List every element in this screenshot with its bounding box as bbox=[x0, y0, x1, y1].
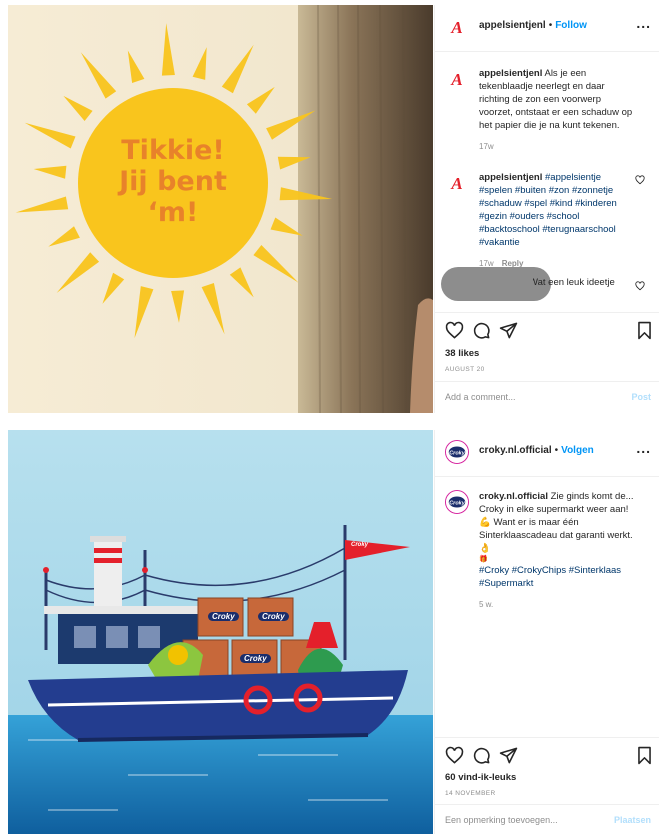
avatar[interactable]: Croky bbox=[445, 440, 469, 464]
sun-text-line-1: Tikkie! bbox=[121, 135, 225, 166]
post-sidebar: A appelsientjenl • Follow ... A appelsient… bbox=[434, 5, 659, 413]
svg-text:A: A bbox=[450, 174, 462, 193]
bookmark-icon[interactable] bbox=[636, 321, 653, 345]
caption-username[interactable]: croky.nl.official bbox=[479, 491, 548, 502]
share-send-icon[interactable] bbox=[499, 746, 518, 770]
more-options-icon[interactable]: ... bbox=[636, 15, 651, 31]
avatar[interactable]: A bbox=[445, 67, 469, 91]
sun-text-line-3: ‘m! bbox=[147, 197, 199, 228]
follow-button[interactable]: Volgen bbox=[561, 445, 594, 456]
svg-text:A: A bbox=[450, 18, 462, 37]
add-comment-input[interactable]: Add a comment... bbox=[445, 392, 516, 402]
svg-text:A: A bbox=[450, 70, 462, 89]
post-date[interactable]: AUGUST 20 bbox=[445, 366, 485, 373]
post-comment-button[interactable]: Plaatsen bbox=[614, 815, 651, 825]
actions-bar: 38 likes AUGUST 20 bbox=[435, 312, 659, 381]
avatar[interactable]: A bbox=[445, 171, 469, 195]
post-sidebar: Croky croky.nl.official • Volgen ... Croky… bbox=[434, 430, 659, 834]
username-link[interactable]: croky.nl.official bbox=[479, 445, 552, 456]
comment-bubble-icon[interactable] bbox=[472, 321, 491, 345]
post-date[interactable]: 14 NOVEMBER bbox=[445, 790, 496, 797]
hashtags[interactable]: #appelsientje #spelen #buiten #zon #zonn… bbox=[479, 172, 617, 248]
avatar[interactable]: A bbox=[445, 15, 469, 39]
separator-dot: • bbox=[548, 20, 553, 31]
add-comment-bar: Een opmerking toevoegen... Plaatsen bbox=[435, 804, 659, 835]
more-options-icon[interactable]: ... bbox=[636, 440, 651, 456]
avatar[interactable]: Croky bbox=[445, 490, 469, 514]
caption-time[interactable]: 17w bbox=[479, 142, 494, 151]
gift-emoji: 🎁 bbox=[479, 556, 488, 563]
post-comment-button[interactable]: Post bbox=[631, 392, 651, 402]
post-image-sun[interactable]: Tikkie! Jij bent ‘m! bbox=[8, 5, 433, 413]
svg-text:Croky: Croky bbox=[449, 500, 466, 506]
share-send-icon[interactable] bbox=[499, 321, 518, 345]
box-label: Croky bbox=[240, 654, 271, 663]
post-header: A appelsientjenl • Follow ... bbox=[435, 5, 659, 52]
caption-username[interactable]: appelsientjenl bbox=[479, 68, 542, 79]
username-link[interactable]: appelsientjenl bbox=[479, 20, 546, 31]
sun-text-line-2: Jij bent bbox=[119, 166, 227, 197]
svg-text:Croky: Croky bbox=[449, 450, 466, 456]
instagram-post-croky: Croky Croky Croky Croky Croky croky.nl.o… bbox=[8, 430, 659, 834]
add-comment-bar: Add a comment... Post bbox=[435, 381, 659, 414]
box-label: Croky bbox=[258, 612, 289, 621]
comment-bubble-icon[interactable] bbox=[472, 746, 491, 770]
bookmark-icon[interactable] bbox=[636, 746, 653, 770]
sun-text: Tikkie! Jij bent ‘m! bbox=[78, 135, 268, 228]
heart-icon[interactable] bbox=[635, 281, 645, 291]
caption-time[interactable]: 5 w. bbox=[479, 600, 493, 609]
comment-username[interactable]: appelsientjenl bbox=[479, 172, 542, 183]
post-image-boat[interactable]: Croky Croky Croky Croky bbox=[8, 430, 433, 834]
likes-count[interactable]: 60 vind-ik-leuks bbox=[445, 772, 516, 783]
comment-2: Wat een leuk ideetje bbox=[441, 267, 645, 301]
box-label: Croky bbox=[208, 612, 239, 621]
follow-button[interactable]: Follow bbox=[555, 20, 587, 31]
separator-dot: • bbox=[554, 445, 559, 456]
likes-count[interactable]: 38 likes bbox=[445, 348, 479, 359]
like-heart-icon[interactable] bbox=[445, 746, 464, 770]
brand-flag-label: Croky bbox=[351, 542, 369, 548]
like-heart-icon[interactable] bbox=[445, 321, 464, 345]
heart-icon[interactable] bbox=[635, 175, 645, 185]
post-header: Croky croky.nl.official • Volgen ... bbox=[435, 430, 659, 477]
add-comment-input[interactable]: Een opmerking toevoegen... bbox=[445, 815, 558, 825]
comment-text: Wat een leuk ideetje bbox=[533, 277, 615, 288]
hashtags[interactable]: #Croky #CrokyChips #Sinterklaas #Superma… bbox=[479, 564, 635, 590]
actions-bar: 60 vind-ik-leuks 14 NOVEMBER bbox=[435, 737, 659, 804]
instagram-post-appelsientje: Tikkie! Jij bent ‘m! A appelsientjenl • Fo… bbox=[8, 5, 659, 413]
